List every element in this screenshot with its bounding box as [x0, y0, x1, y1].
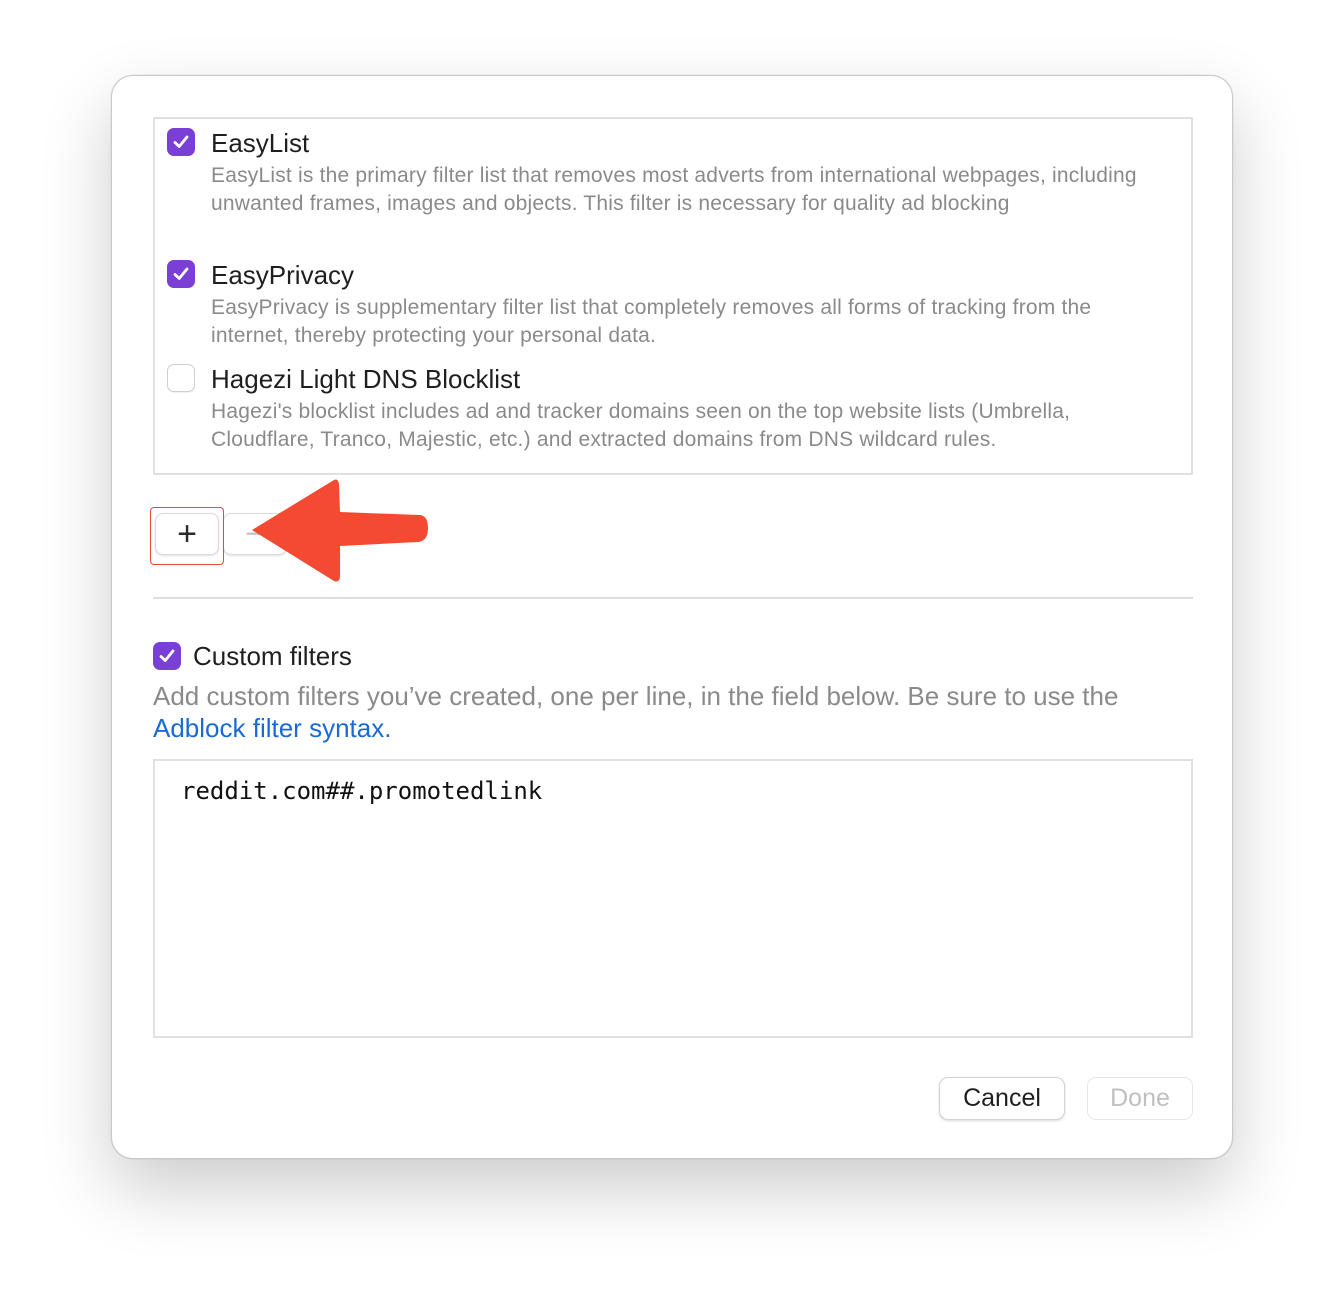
section-divider — [153, 597, 1193, 599]
filter-description: EasyPrivacy is supplementary filter list… — [211, 296, 1092, 347]
checkmark-icon — [159, 649, 175, 662]
filter-title: EasyPrivacy — [211, 260, 355, 290]
filter-description: Hagezi's blocklist includes ad and track… — [211, 400, 1071, 451]
easylist-checkbox[interactable] — [167, 128, 195, 156]
cancel-button[interactable]: Cancel — [939, 1077, 1065, 1120]
easyprivacy-checkbox[interactable] — [167, 260, 195, 288]
custom-filters-checkbox[interactable] — [153, 642, 181, 670]
done-button[interactable]: Done — [1087, 1077, 1193, 1120]
annotation-arrow-icon — [252, 479, 428, 582]
custom-filters-textarea[interactable]: reddit.com##.promotedlink — [153, 759, 1193, 1038]
filter-settings-dialog: EasyList EasyList is the primary filter … — [111, 75, 1233, 1159]
adblock-syntax-link[interactable]: Adblock filter syntax — [153, 713, 384, 743]
custom-filters-title: Custom filters — [193, 641, 352, 671]
link-suffix: . — [384, 713, 392, 743]
checkmark-icon — [173, 135, 189, 148]
filter-list[interactable]: EasyList EasyList is the primary filter … — [153, 117, 1193, 475]
filter-title: EasyList — [211, 128, 310, 158]
filter-description: EasyList is the primary filter list that… — [211, 164, 1137, 215]
add-filter-button[interactable]: + — [155, 513, 219, 555]
hagezi-checkbox[interactable] — [167, 364, 195, 392]
custom-filters-description: Add custom filters you’ve created, one p… — [153, 680, 1213, 744]
custom-filters-toggle[interactable]: Custom filters — [153, 641, 753, 671]
filter-title: Hagezi Light DNS Blocklist — [211, 364, 521, 394]
custom-filters-description-text: Add custom filters you’ve created, one p… — [153, 681, 1119, 711]
checkmark-icon — [173, 267, 189, 280]
